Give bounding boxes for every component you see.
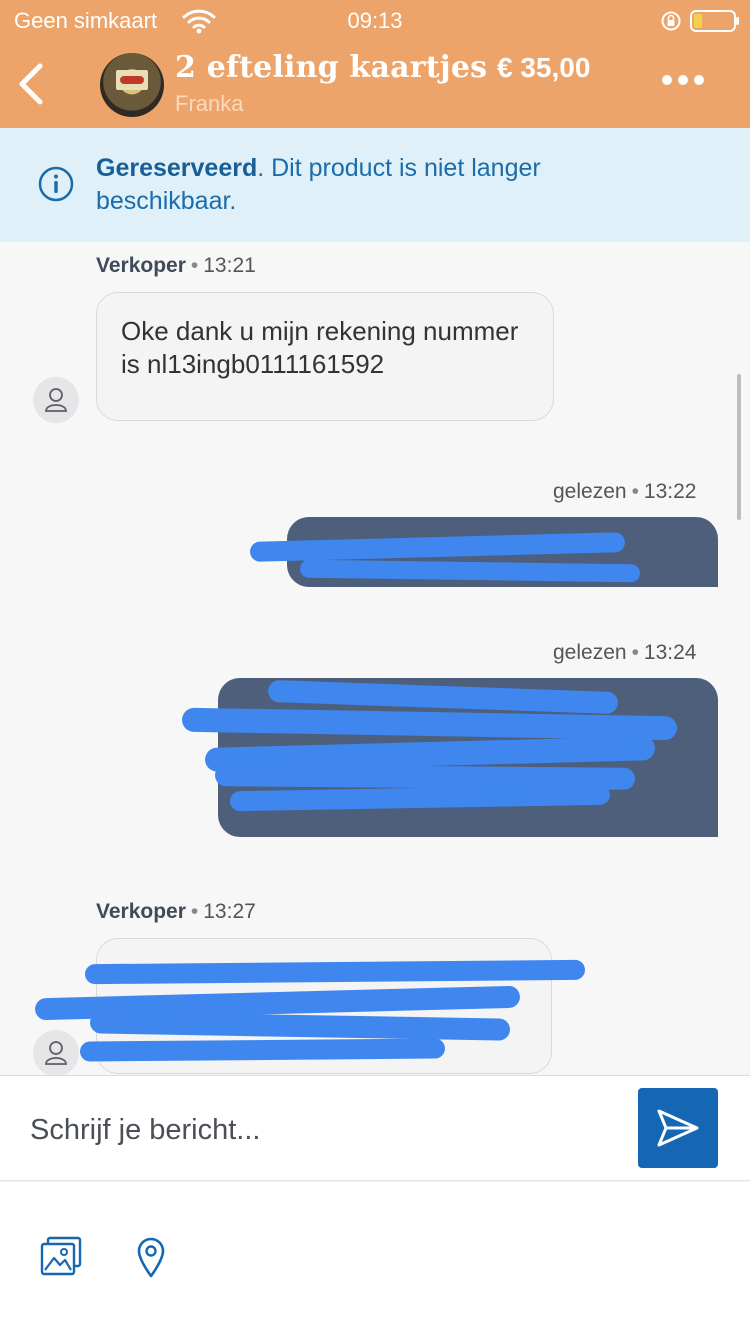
message-time: 13:21	[203, 254, 256, 277]
message-meta: gelezen • 13:22	[553, 480, 697, 503]
reserved-status-label: Gereserveerd	[96, 154, 258, 182]
chat-header: Geen simkaart 09:13 2 efteling kaartjes …	[0, 0, 750, 128]
seller-avatar	[33, 1030, 79, 1076]
chat-scrollbar[interactable]	[737, 374, 741, 520]
send-button[interactable]	[638, 1088, 718, 1168]
message-read-status: gelezen	[553, 480, 627, 503]
location-pin-icon[interactable]	[136, 1236, 166, 1278]
message-read-status: gelezen	[553, 641, 627, 664]
image-gallery-icon[interactable]	[40, 1236, 82, 1276]
message-text: Oke dank u mijn rekening nummer is nl13i…	[121, 316, 519, 379]
listing-thumbnail[interactable]	[100, 53, 164, 117]
send-icon	[657, 1109, 699, 1147]
status-bar: Geen simkaart 09:13	[0, 0, 750, 40]
message-time: 13:24	[643, 641, 697, 664]
seller-avatar	[33, 377, 79, 423]
listing-title[interactable]: 2 efteling kaartjes	[175, 50, 487, 85]
more-dot-icon	[662, 75, 672, 85]
listing-thumbnail-ticket	[116, 70, 148, 90]
message-sender: Verkoper	[96, 254, 186, 277]
more-dot-icon	[694, 75, 704, 85]
message-time: 13:27	[203, 900, 256, 923]
clock: 09:13	[347, 8, 403, 33]
battery-icon	[690, 10, 739, 32]
attachment-toolbar	[0, 1182, 750, 1334]
reserved-banner-text: Gereserveerd. Dit product is niet langer…	[96, 152, 656, 218]
message-time: 13:22	[643, 480, 697, 503]
message-meta: gelezen • 13:24	[553, 641, 697, 664]
back-button[interactable]	[10, 60, 54, 108]
info-icon	[38, 166, 74, 202]
message-sender: Verkoper	[96, 900, 186, 923]
message-input[interactable]	[30, 1100, 610, 1160]
more-options-button[interactable]	[662, 72, 712, 92]
user-icon	[45, 1041, 67, 1065]
user-icon	[45, 388, 67, 412]
rotation-lock-icon	[661, 11, 681, 31]
listing-price: € 35,00	[497, 52, 591, 83]
message-meta: Verkoper • 13:21	[96, 254, 256, 277]
message-meta: Verkoper • 13:27	[96, 900, 256, 923]
redaction-scribble	[79, 1038, 446, 1062]
seller-name: Franka	[175, 91, 244, 116]
incoming-message-bubble[interactable]: Oke dank u mijn rekening nummer is nl13i…	[96, 292, 554, 421]
more-dot-icon	[678, 75, 688, 85]
